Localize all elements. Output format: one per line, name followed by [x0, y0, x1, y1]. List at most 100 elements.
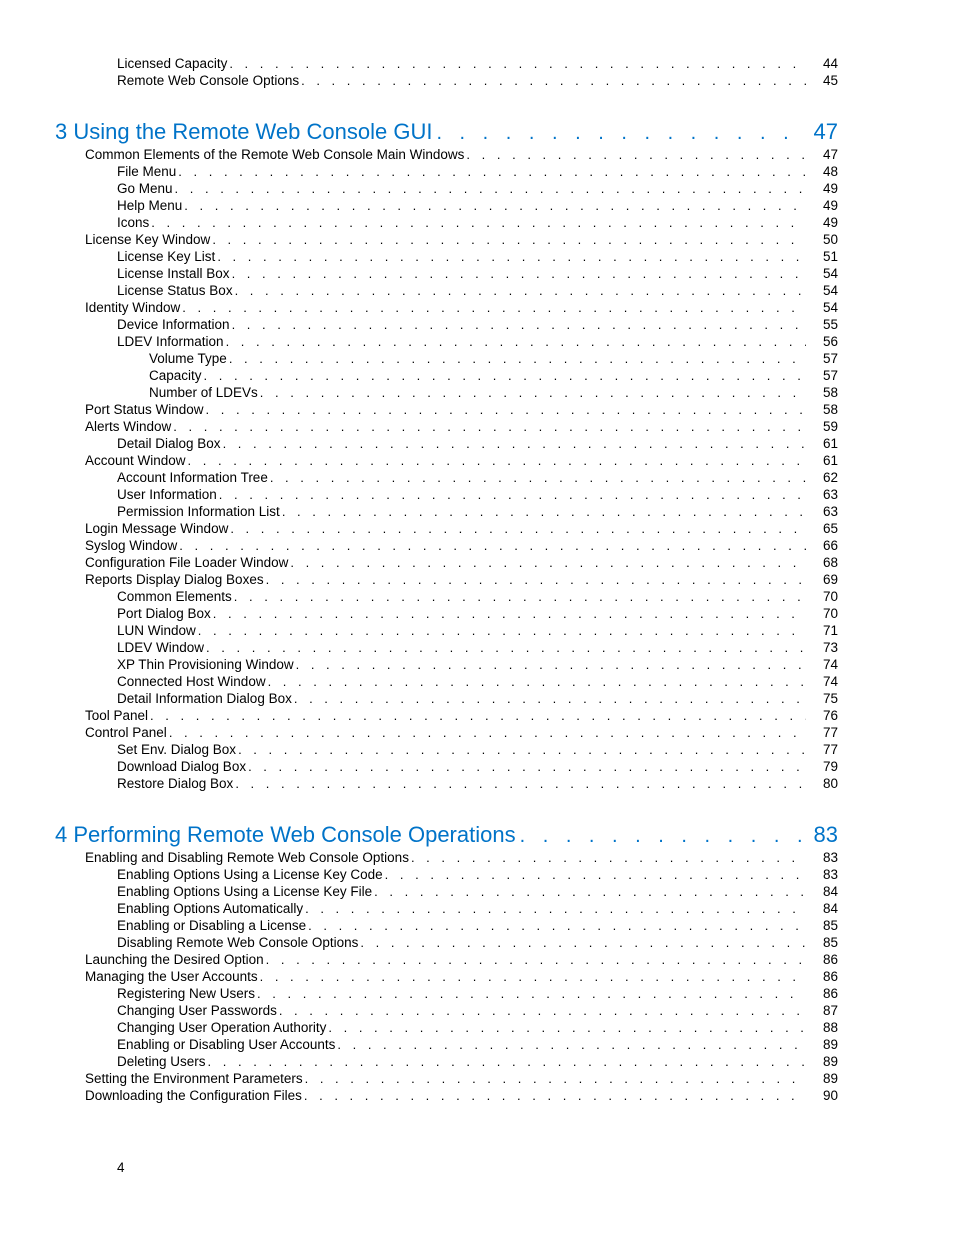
toc-entry[interactable]: License Key List51	[55, 248, 838, 265]
toc-entry[interactable]: License Status Box54	[55, 282, 838, 299]
toc-entry[interactable]: Enabling Options Using a License Key Fil…	[55, 883, 838, 900]
toc-entry[interactable]: Enabling or Disabling User Accounts89	[55, 1036, 838, 1053]
toc-leader-dots	[182, 299, 806, 316]
toc-entry-label: Help Menu	[117, 197, 182, 214]
toc-entry[interactable]: Configuration File Loader Window68	[55, 554, 838, 571]
toc-entry[interactable]: Common Elements of the Remote Web Consol…	[55, 146, 838, 163]
toc-entry[interactable]: Common Elements70	[55, 588, 838, 605]
toc-entry-label: LDEV Window	[117, 639, 204, 656]
toc-entry-page: 76	[808, 707, 838, 724]
toc-entry-page: 56	[808, 333, 838, 350]
toc-entry[interactable]: Licensed Capacity44	[55, 55, 838, 72]
toc-entry-label: Enabling and Disabling Remote Web Consol…	[85, 849, 409, 866]
toc-entry[interactable]: Detail Information Dialog Box 75	[55, 690, 838, 707]
toc-entry[interactable]: Account Window61	[55, 452, 838, 469]
toc-entry[interactable]: Tool Panel76	[55, 707, 838, 724]
toc-entry[interactable]: Download Dialog Box79	[55, 758, 838, 775]
toc-leader-dots	[151, 214, 806, 231]
toc-entry-label: Common Elements	[117, 588, 232, 605]
toc-entry[interactable]: Detail Dialog Box61	[55, 435, 838, 452]
toc-entry-label: License Key Window	[85, 231, 210, 248]
toc-entry-label: Permission Information List	[117, 503, 280, 520]
toc-chapter-heading[interactable]: 3 Using the Remote Web Console GUI47	[55, 119, 838, 146]
toc-entry[interactable]: User Information63	[55, 486, 838, 503]
toc-entry[interactable]: XP Thin Provisioning Window74	[55, 656, 838, 673]
toc-leader-dots	[213, 605, 806, 622]
toc-entry[interactable]: Changing User Operation Authority88	[55, 1019, 838, 1036]
toc-entry[interactable]: Go Menu49	[55, 180, 838, 197]
toc-entry-label: LUN Window	[117, 622, 196, 639]
toc-entry[interactable]: Login Message Window65	[55, 520, 838, 537]
toc-entry[interactable]: Registering New Users86	[55, 985, 838, 1002]
toc-leader-dots	[223, 435, 806, 452]
toc-entry[interactable]: Identity Window54	[55, 299, 838, 316]
toc-leader-dots	[226, 333, 806, 350]
toc-chapter-heading[interactable]: 4 Performing Remote Web Console Operatio…	[55, 822, 838, 849]
toc-entry[interactable]: Set Env. Dialog Box77	[55, 741, 838, 758]
toc-entry-page: 54	[808, 282, 838, 299]
toc-entry[interactable]: Disabling Remote Web Console Options85	[55, 934, 838, 951]
toc-entry[interactable]: Enabling and Disabling Remote Web Consol…	[55, 849, 838, 866]
toc-entry-label: Launching the Desired Option	[85, 951, 264, 968]
toc-entry-page: 75	[808, 690, 838, 707]
toc-entry-page: 89	[808, 1036, 838, 1053]
toc-entry[interactable]: Remote Web Console Options45	[55, 72, 838, 89]
toc-entry[interactable]: Enabling Options Using a License Key Cod…	[55, 866, 838, 883]
toc-entry-label: Enabling Options Using a License Key Fil…	[117, 883, 372, 900]
toc-entry[interactable]: Managing the User Accounts86	[55, 968, 838, 985]
toc-entry-page: 61	[808, 452, 838, 469]
toc-entry[interactable]: Icons49	[55, 214, 838, 231]
toc-entry[interactable]: License Install Box54	[55, 265, 838, 282]
toc-entry-page: 77	[808, 741, 838, 758]
toc-entry-page: 79	[808, 758, 838, 775]
toc-entry[interactable]: Control Panel77	[55, 724, 838, 741]
toc-entry-label: Deleting Users	[117, 1053, 206, 1070]
toc-entry-page: 77	[808, 724, 838, 741]
toc-entry-label: License Key List	[117, 248, 215, 265]
toc-entry-page: 68	[808, 554, 838, 571]
toc-entry[interactable]: Enabling Options Automatically84	[55, 900, 838, 917]
toc-leader-dots	[290, 554, 806, 571]
toc-entry[interactable]: File Menu48	[55, 163, 838, 180]
toc-entry[interactable]: Restore Dialog Box80	[55, 775, 838, 792]
toc-entry[interactable]: Volume Type57	[55, 350, 838, 367]
toc-entry[interactable]: Connected Host Window74	[55, 673, 838, 690]
toc-entry-label: Setting the Environment Parameters	[85, 1070, 303, 1087]
toc-entry[interactable]: Downloading the Configuration Files90	[55, 1087, 838, 1104]
toc-entry-page: 86	[808, 985, 838, 1002]
toc-entry[interactable]: Port Status Window58	[55, 401, 838, 418]
toc-leader-dots	[296, 656, 806, 673]
toc-entry[interactable]: Port Dialog Box70	[55, 605, 838, 622]
toc-entry[interactable]: Launching the Desired Option86	[55, 951, 838, 968]
toc-entry[interactable]: Setting the Environment Parameters89	[55, 1070, 838, 1087]
toc-entry[interactable]: License Key Window50	[55, 231, 838, 248]
toc-entry-page: 49	[808, 197, 838, 214]
toc-leader-dots	[150, 707, 806, 724]
toc-entry[interactable]: Help Menu 49	[55, 197, 838, 214]
toc-leader-dots	[268, 673, 806, 690]
toc-entry[interactable]: Account Information Tree62	[55, 469, 838, 486]
toc-entry[interactable]: Number of LDEVs58	[55, 384, 838, 401]
toc-entry-label: License Install Box	[117, 265, 230, 282]
toc-entry[interactable]: LDEV Information56	[55, 333, 838, 350]
toc-entry[interactable]: Enabling or Disabling a License85	[55, 917, 838, 934]
table-of-contents: Licensed Capacity44Remote Web Console Op…	[55, 55, 838, 1104]
toc-entry[interactable]: Alerts Window59	[55, 418, 838, 435]
toc-entry[interactable]: LUN Window71	[55, 622, 838, 639]
toc-entry[interactable]: Syslog Window66	[55, 537, 838, 554]
toc-entry-label: Licensed Capacity	[117, 55, 227, 72]
toc-entry[interactable]: Capacity57	[55, 367, 838, 384]
toc-entry[interactable]: Deleting Users89	[55, 1053, 838, 1070]
toc-entry-page: 90	[808, 1087, 838, 1104]
toc-entry[interactable]: LDEV Window73	[55, 639, 838, 656]
toc-leader-dots	[304, 1087, 806, 1104]
toc-entry[interactable]: Permission Information List63	[55, 503, 838, 520]
toc-entry[interactable]: Reports Display Dialog Boxes69	[55, 571, 838, 588]
toc-entry[interactable]: Changing User Passwords87	[55, 1002, 838, 1019]
toc-leader-dots	[179, 537, 806, 554]
toc-chapter-page: 83	[808, 822, 838, 848]
toc-entry-label: Capacity	[149, 367, 202, 384]
toc-entry-label: Detail Information Dialog Box	[117, 690, 292, 707]
toc-entry[interactable]: Device Information55	[55, 316, 838, 333]
toc-entry-page: 85	[808, 934, 838, 951]
